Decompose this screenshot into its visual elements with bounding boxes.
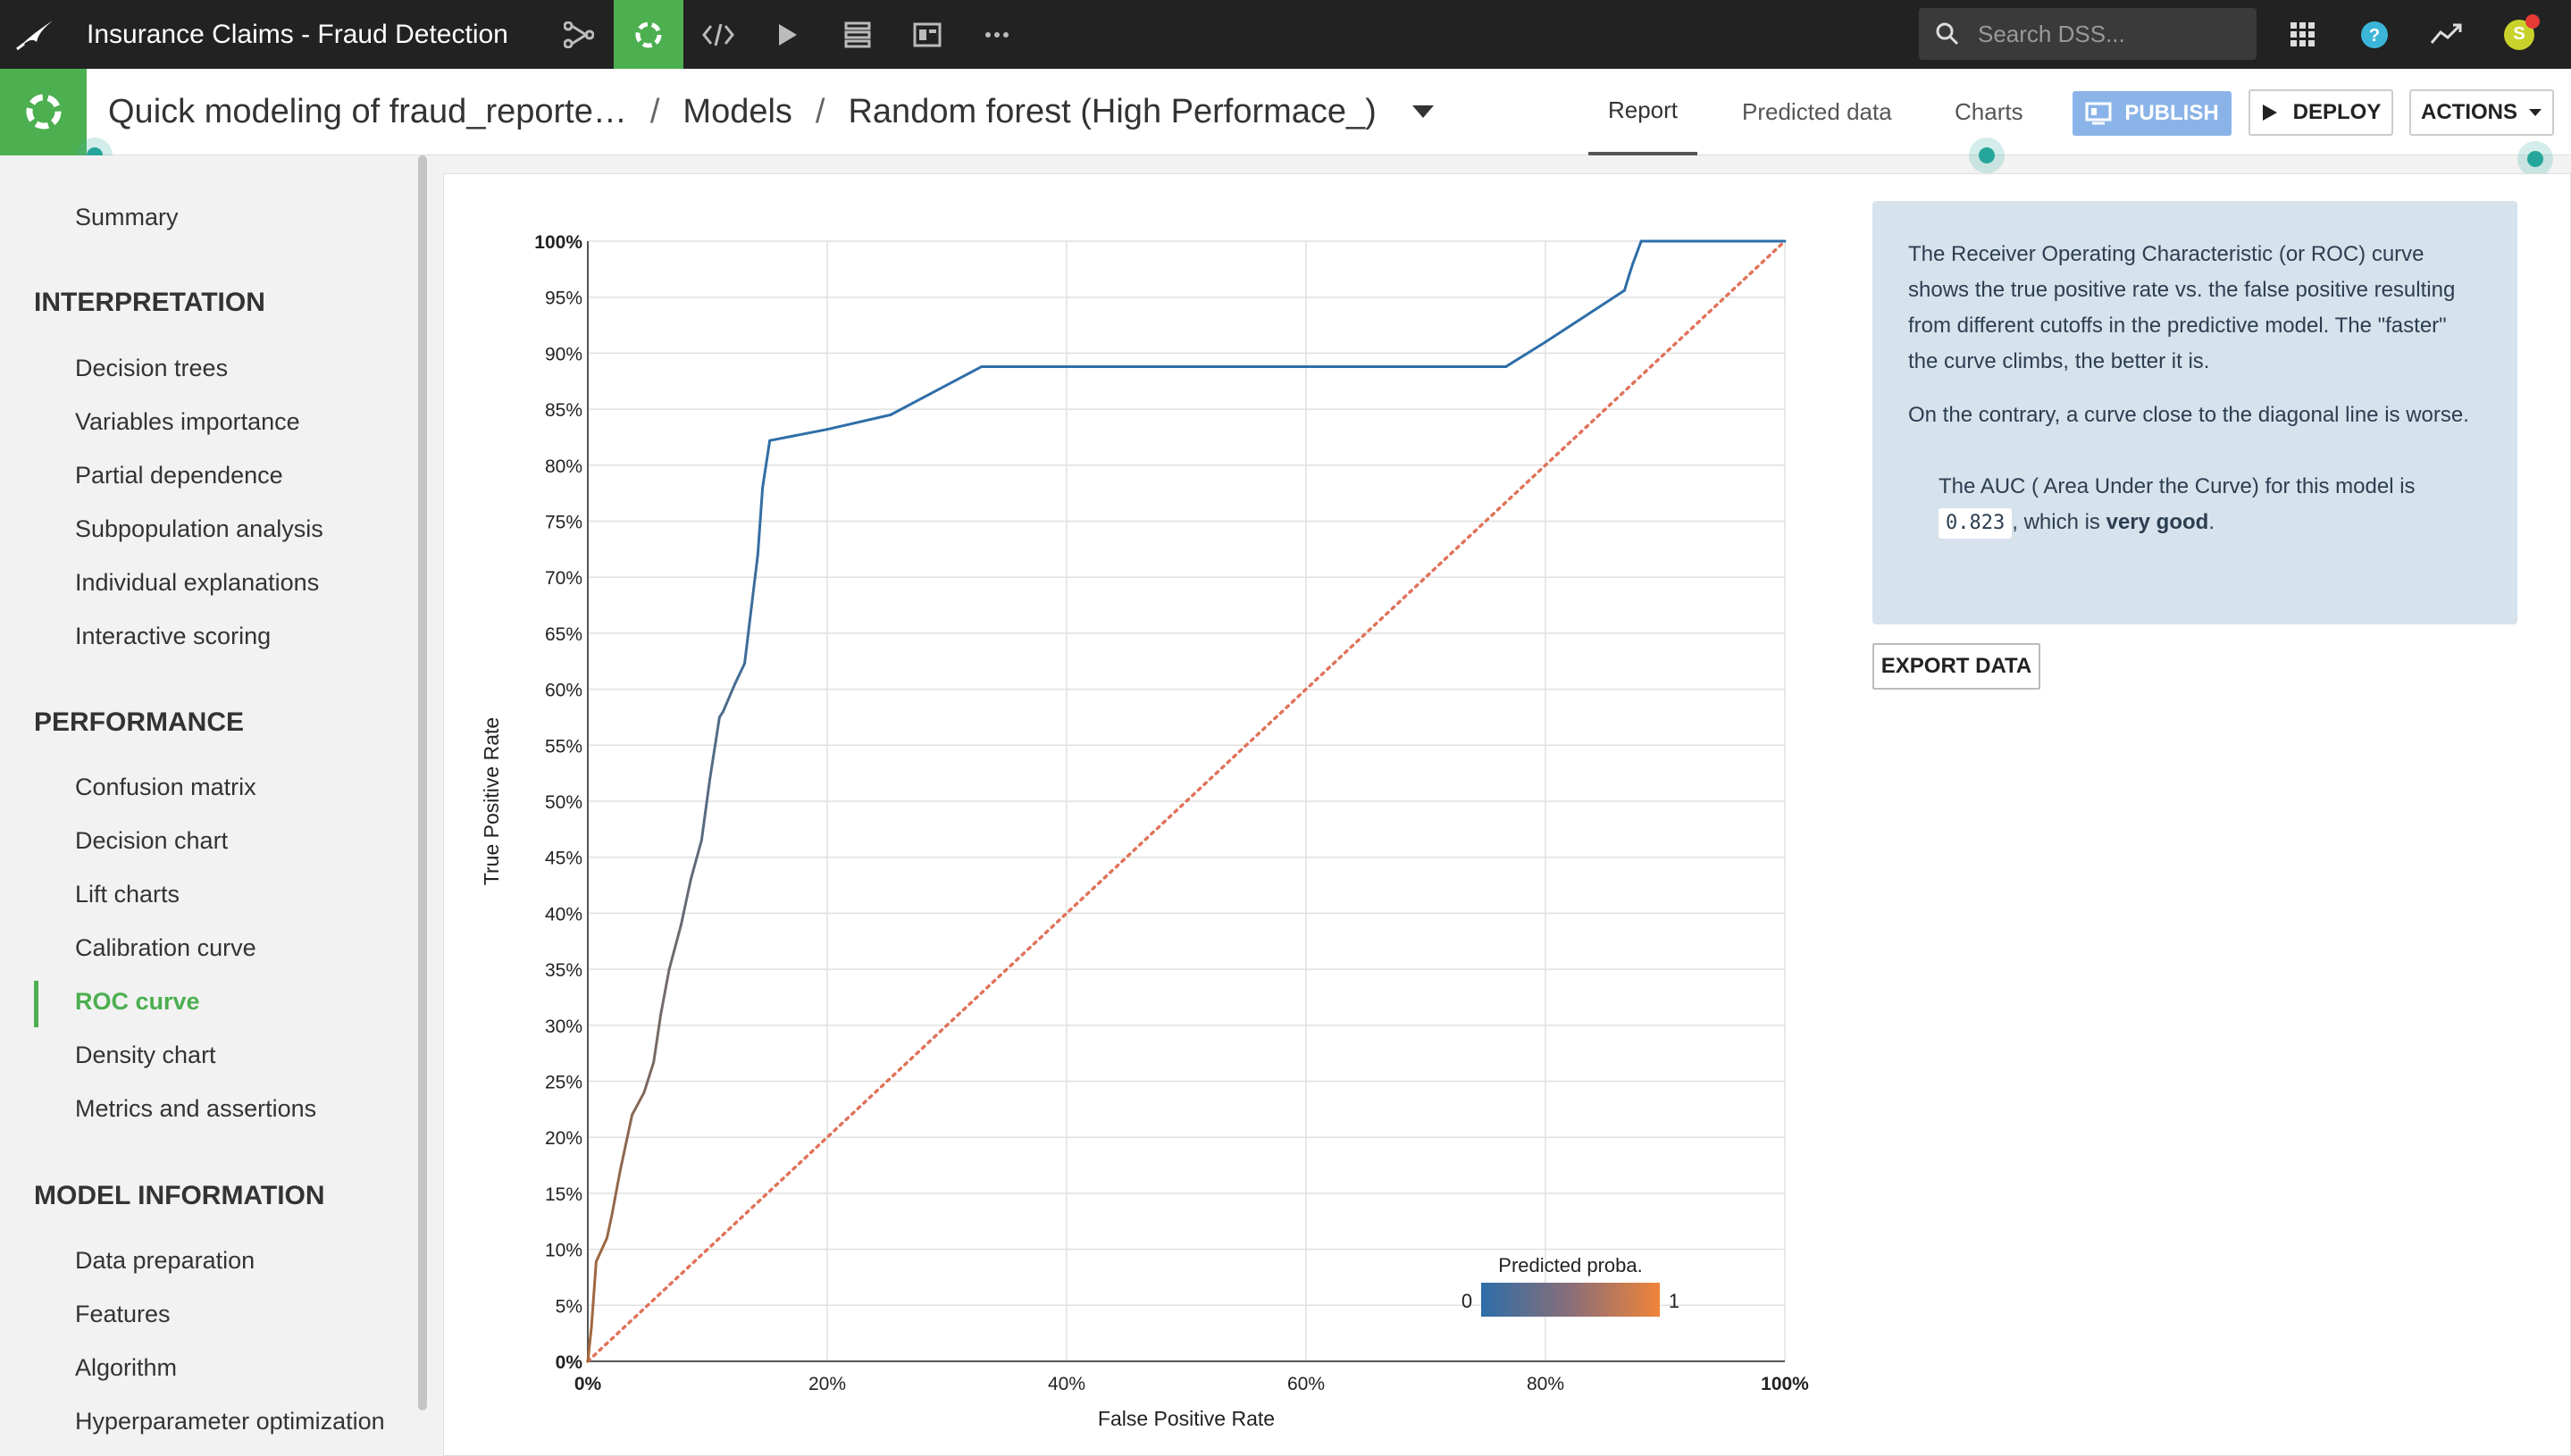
- lab-model-icon: [0, 68, 87, 155]
- sidebar-item-confusion-matrix[interactable]: Confusion matrix: [75, 774, 256, 801]
- tab-predicted-data[interactable]: Predicted data: [1742, 69, 1892, 155]
- notification-dot: [2525, 13, 2540, 29]
- sidebar-item-roc-curve[interactable]: ROC curve: [75, 988, 200, 1016]
- breadcrumb-analysis[interactable]: Quick modeling of fraud_reporte…: [108, 93, 627, 131]
- section-performance: PERFORMANCE: [34, 707, 245, 737]
- apps-grid-icon[interactable]: [2276, 0, 2330, 69]
- auc-prefix: The AUC ( Area Under the Curve) for this…: [1939, 474, 2416, 498]
- breadcrumb: Quick modeling of fraud_reporte… / Model…: [108, 93, 1434, 131]
- breadcrumb-model-name[interactable]: Random forest (High Performace_): [848, 93, 1376, 131]
- breadcrumb-separator: /: [649, 92, 660, 130]
- roc-explanation-text: The Receiver Operating Characteristic (o…: [1908, 242, 2456, 373]
- chevron-down-icon[interactable]: [1411, 105, 1434, 118]
- sidebar-item-data-preparation[interactable]: Data preparation: [75, 1247, 255, 1275]
- breadcrumb-separator: /: [815, 92, 825, 130]
- sidebar-item-algorithm[interactable]: Algorithm: [75, 1354, 177, 1382]
- publish-button[interactable]: PUBLISH: [2073, 91, 2232, 136]
- svg-text:?: ?: [2369, 26, 2380, 46]
- code-icon[interactable]: [683, 0, 753, 69]
- help-icon[interactable]: ?: [2348, 0, 2401, 69]
- export-data-button[interactable]: EXPORT DATA: [1872, 643, 2040, 690]
- auc-value: 0.823: [1939, 508, 2013, 539]
- deploy-label: DEPLOY: [2292, 100, 2382, 124]
- section-model-information: MODEL INFORMATION: [34, 1181, 325, 1210]
- sidebar-item-decision-chart[interactable]: Decision chart: [75, 827, 228, 855]
- sidebar-item-interactive-scoring[interactable]: Interactive scoring: [75, 623, 271, 650]
- search-box[interactable]: [1919, 8, 2257, 60]
- deploy-icon[interactable]: [823, 0, 892, 69]
- roc-explanation-box: The Receiver Operating Characteristic (o…: [1872, 201, 2517, 624]
- diagonal-explanation-text: On the contrary, a curve close to the di…: [1908, 403, 2469, 427]
- flow-icon[interactable]: [544, 0, 614, 69]
- section-interpretation: INTERPRETATION: [34, 288, 265, 317]
- activity-trend-icon[interactable]: [2419, 0, 2473, 69]
- sidebar-item-metrics-and-assertions[interactable]: Metrics and assertions: [75, 1095, 316, 1123]
- sidebar-item-variables-importance[interactable]: Variables importance: [75, 408, 300, 436]
- more-icon[interactable]: [962, 0, 1032, 69]
- dashboard-icon[interactable]: [892, 0, 962, 69]
- sidebar-item-features[interactable]: Features: [75, 1301, 171, 1328]
- lab-icon[interactable]: [613, 0, 683, 69]
- breadcrumb-models[interactable]: Models: [683, 93, 792, 131]
- sidebar-item-calibration-curve[interactable]: Calibration curve: [75, 934, 256, 962]
- dataiku-bird-logo[interactable]: [0, 0, 69, 69]
- actions-label: ACTIONS: [2421, 100, 2517, 124]
- sidebar-item-density-chart[interactable]: Density chart: [75, 1042, 216, 1069]
- sidebar-item-partial-dependence[interactable]: Partial dependence: [75, 462, 283, 490]
- auc-suffix: .: [2208, 510, 2215, 534]
- publish-label: PUBLISH: [2124, 101, 2219, 125]
- tab-report[interactable]: Report: [1588, 69, 1697, 155]
- sidebar-item-summary[interactable]: Summary: [75, 204, 179, 231]
- hint-dot[interactable]: [1969, 138, 2005, 173]
- run-icon[interactable]: [753, 0, 823, 69]
- active-indicator: [34, 981, 38, 1027]
- auc-rating: very good: [2106, 510, 2209, 534]
- chevron-down-icon: [2529, 109, 2542, 116]
- sidebar-item-individual-explanations[interactable]: Individual explanations: [75, 569, 319, 597]
- play-icon: [2262, 105, 2277, 121]
- sidebar-item-hyperparameter-optimization[interactable]: Hyperparameter optimization: [75, 1408, 385, 1435]
- user-avatar[interactable]: S: [2492, 0, 2546, 69]
- sidebar-item-decision-trees[interactable]: Decision trees: [75, 355, 228, 382]
- search-input[interactable]: [1978, 20, 2246, 48]
- auc-statement: The AUC ( Area Under the Curve) for this…: [1939, 469, 2482, 540]
- publish-icon: [2085, 102, 2112, 125]
- sidebar-item-lift-charts[interactable]: Lift charts: [75, 881, 180, 908]
- project-title[interactable]: Insurance Claims - Fraud Detection: [87, 20, 508, 50]
- sidebar-scrollbar[interactable]: [418, 155, 427, 1410]
- deploy-button[interactable]: DEPLOY: [2249, 89, 2393, 136]
- search-icon: [1936, 22, 1959, 46]
- avatar-initial: S: [2513, 24, 2525, 44]
- actions-button[interactable]: ACTIONS: [2409, 89, 2554, 136]
- sidebar-item-subpopulation-analysis[interactable]: Subpopulation analysis: [75, 515, 323, 543]
- hint-dot[interactable]: [2517, 141, 2553, 177]
- auc-middle: , which is: [2012, 510, 2100, 534]
